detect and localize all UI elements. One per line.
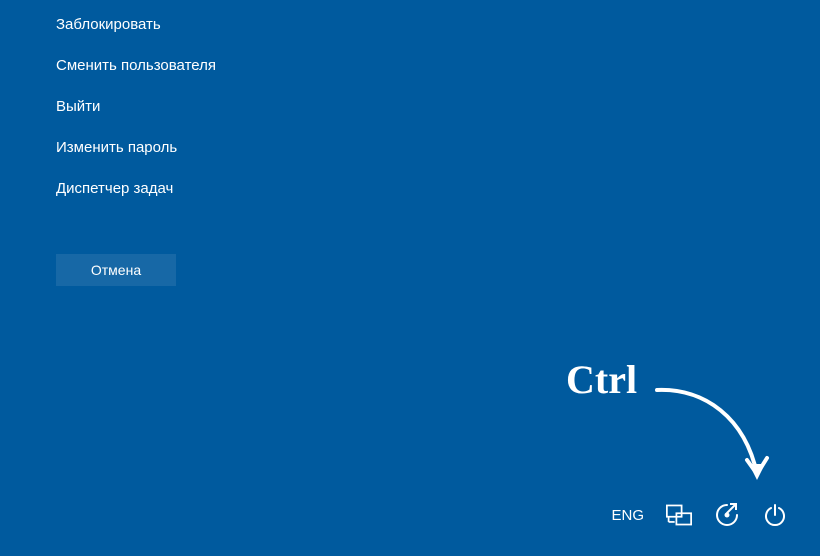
network-icon[interactable] bbox=[666, 502, 692, 528]
cancel-button[interactable]: Отмена bbox=[56, 254, 176, 286]
annotation-arrow bbox=[645, 378, 785, 498]
menu-item-switch-user[interactable]: Сменить пользователя bbox=[56, 45, 216, 86]
system-tray: ENG bbox=[611, 502, 788, 528]
menu-item-task-manager[interactable]: Диспетчер задач bbox=[56, 168, 216, 209]
menu-item-sign-out[interactable]: Выйти bbox=[56, 86, 216, 127]
menu-item-lock[interactable]: Заблокировать bbox=[56, 4, 216, 45]
power-icon[interactable] bbox=[762, 502, 788, 528]
menu-item-change-password[interactable]: Изменить пароль bbox=[56, 127, 216, 168]
language-indicator[interactable]: ENG bbox=[611, 507, 644, 524]
security-options-menu: Заблокировать Сменить пользователя Выйти… bbox=[56, 4, 216, 209]
ease-of-access-icon[interactable] bbox=[714, 502, 740, 528]
annotation-text: Ctrl bbox=[566, 356, 637, 403]
